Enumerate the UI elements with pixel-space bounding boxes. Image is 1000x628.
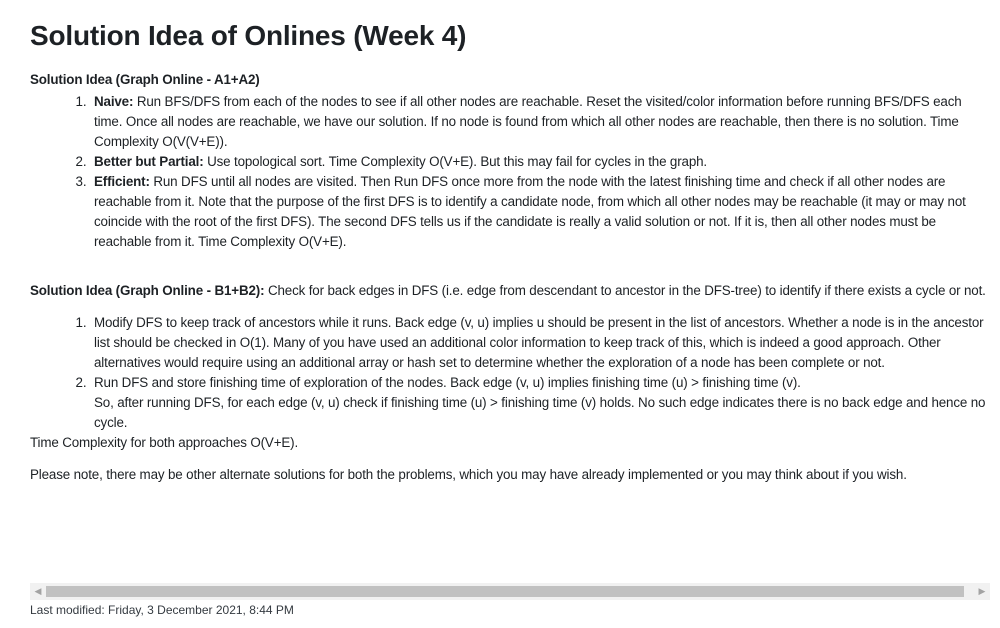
section-intro: Solution Idea (Graph Online - B1+B2): Ch… — [30, 281, 990, 301]
list-item: Run DFS and store finishing time of expl… — [90, 373, 990, 433]
last-modified-text: Last modified: Friday, 3 December 2021, … — [30, 603, 294, 617]
page: Solution Idea of Onlines (Week 4) Soluti… — [0, 0, 1000, 628]
item-text: Run DFS until all nodes are visited. The… — [94, 174, 966, 249]
horizontal-scrollbar[interactable]: ◀ ▶ — [30, 583, 990, 600]
solution-list: Naive: Run BFS/DFS from each of the node… — [30, 92, 990, 252]
approach-list: Modify DFS to keep track of ancestors wh… — [30, 313, 990, 433]
item-text: Run DFS and store finishing time of expl… — [94, 375, 801, 390]
item-text: Run BFS/DFS from each of the nodes to se… — [94, 94, 962, 149]
section-heading-text: Solution Idea (Graph Online - A1+A2) — [30, 72, 260, 87]
item-text: Use topological sort. Time Complexity O(… — [203, 154, 708, 169]
section-intro-text: Check for back edges in DFS (i.e. edge f… — [264, 283, 986, 298]
scroll-left-arrow-icon[interactable]: ◀ — [30, 583, 46, 600]
note-text: Please note, there may be other alternat… — [30, 467, 907, 482]
page-title: Solution Idea of Onlines (Week 4) — [30, 20, 467, 51]
item-label: Efficient: — [94, 174, 150, 189]
item-label: Naive: — [94, 94, 134, 109]
scrollbar-thumb[interactable] — [46, 586, 964, 597]
list-item: Efficient: Run DFS until all nodes are v… — [90, 172, 990, 252]
content-area: Solution Idea (Graph Online - A1+A2) Nai… — [30, 70, 990, 485]
item-label: Better but Partial: — [94, 154, 204, 169]
list-item: Naive: Run BFS/DFS from each of the node… — [90, 92, 990, 152]
section-heading: Solution Idea (Graph Online - A1+A2) — [30, 70, 990, 90]
section-heading-text: Solution Idea (Graph Online - B1+B2): — [30, 283, 265, 298]
list-item: Better but Partial: Use topological sort… — [90, 152, 990, 172]
section-graph-online-a: Solution Idea (Graph Online - A1+A2) Nai… — [30, 70, 990, 252]
list-item: Modify DFS to keep track of ancestors wh… — [90, 313, 990, 373]
time-complexity-text: Time Complexity for both approaches O(V+… — [30, 435, 299, 450]
section-graph-online-b: Solution Idea (Graph Online - B1+B2): Ch… — [30, 281, 990, 453]
item-text-continued: So, after running DFS, for each edge (v,… — [94, 395, 986, 430]
scroll-right-arrow-icon[interactable]: ▶ — [974, 583, 990, 600]
item-text: Modify DFS to keep track of ancestors wh… — [94, 315, 984, 370]
